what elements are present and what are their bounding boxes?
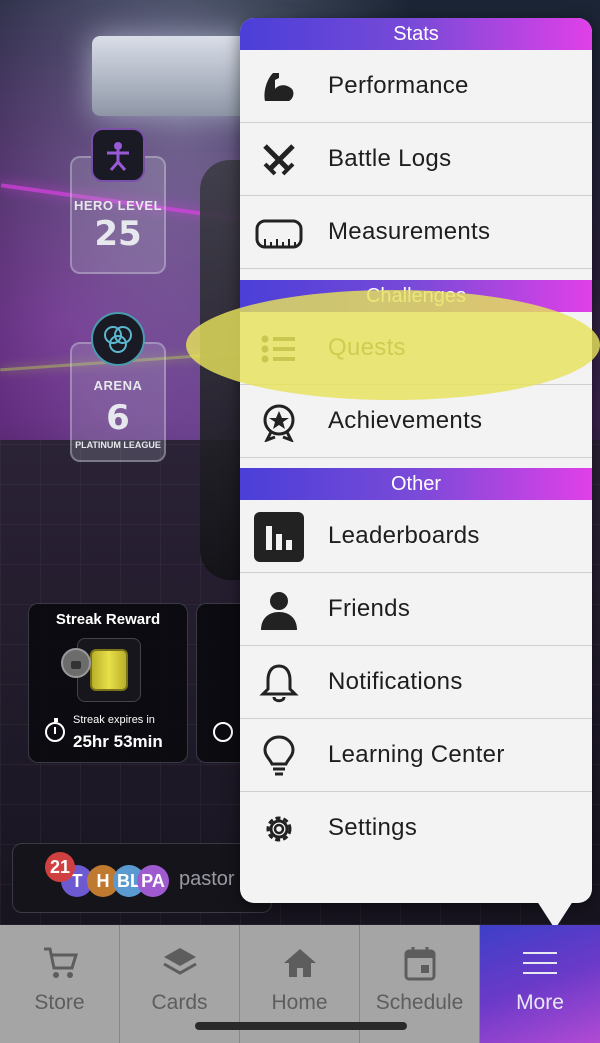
menu-item-achievements[interactable]: Achievements [240, 385, 592, 458]
more-menu-popup: Stats Performance Battle Logs Measuremen… [240, 18, 592, 903]
menu-item-learning-center[interactable]: Learning Center [240, 719, 592, 792]
menu-item-label: Quests [328, 334, 406, 361]
menu-item-settings[interactable]: Settings [240, 792, 592, 865]
crossed-swords-icon [254, 137, 304, 183]
arena-emblem-icon [91, 312, 145, 366]
list-icon [254, 326, 304, 372]
stopwatch-icon [45, 718, 65, 742]
lightbulb-icon [254, 733, 304, 779]
cart-icon [0, 945, 119, 981]
tape-measure-icon [254, 210, 304, 256]
coin-stack-icon [90, 649, 128, 691]
menu-item-label: Settings [328, 814, 418, 841]
streak-expires-label: Streak expires in [73, 714, 155, 726]
stopwatch-icon [213, 722, 233, 742]
menu-item-label: Performance [328, 72, 469, 99]
team-bar[interactable]: 21 T H BL PA pastor [12, 843, 272, 913]
menu-item-label: Leaderboards [328, 522, 480, 549]
menu-item-label: Measurements [328, 218, 491, 245]
hamburger-icon [480, 945, 600, 981]
tab-label: More [516, 991, 564, 1014]
tab-label: Store [34, 991, 85, 1014]
menu-item-notifications[interactable]: Notifications [240, 646, 592, 719]
menu-item-performance[interactable]: Performance [240, 50, 592, 123]
section-header-other: Other [240, 468, 592, 500]
star-badge-icon [254, 399, 304, 445]
arena-label: ARENA [93, 378, 143, 393]
bar-chart-icon [254, 512, 304, 562]
section-header-stats: Stats [240, 18, 592, 50]
hero-level-value: 25 [94, 214, 142, 254]
streak-title: Streak Reward [55, 611, 161, 628]
menu-pointer [533, 895, 577, 929]
tab-more[interactable]: More [480, 925, 600, 1043]
calendar-icon [360, 945, 479, 981]
notification-count-badge: 21 [45, 852, 75, 882]
vitruvian-icon [91, 128, 145, 182]
menu-item-label: Learning Center [328, 741, 505, 768]
section-header-challenges: Challenges [240, 280, 592, 312]
menu-item-quests[interactable]: Quests [240, 312, 592, 385]
hero-level-badge[interactable]: HERO LEVEL 25 [70, 128, 166, 274]
flexed-arm-icon [254, 64, 304, 110]
menu-item-label: Achievements [328, 407, 483, 434]
tab-label: Schedule [375, 991, 464, 1014]
home-icon [240, 945, 359, 981]
menu-item-friends[interactable]: Friends [240, 573, 592, 646]
avatar: PA [137, 865, 169, 897]
arena-value: 6 [106, 398, 130, 438]
home-indicator[interactable] [195, 1022, 407, 1030]
menu-item-measurements[interactable]: Measurements [240, 196, 592, 269]
bell-icon [254, 660, 304, 706]
tab-label: Home [271, 991, 328, 1014]
streak-time-left: 25hr 53min [73, 732, 163, 751]
person-icon [254, 587, 304, 633]
arena-league: PLATINUM LEAGUE [75, 440, 161, 450]
gear-icon [254, 806, 304, 852]
tab-store[interactable]: Store [0, 925, 120, 1043]
menu-item-label: Friends [328, 595, 411, 622]
arena-badge[interactable]: ARENA 6 PLATINUM LEAGUE [70, 312, 166, 462]
username: pastor [179, 868, 235, 890]
lock-icon [61, 648, 91, 678]
streak-reward-card[interactable]: Streak Reward Streak expires in 25hr 53m… [28, 603, 188, 763]
menu-item-battle-logs[interactable]: Battle Logs [240, 123, 592, 196]
tab-label: Cards [151, 991, 208, 1014]
layers-icon [120, 945, 239, 981]
hero-level-label: HERO LEVEL [73, 198, 163, 213]
menu-item-label: Notifications [328, 668, 463, 695]
menu-item-leaderboards[interactable]: Leaderboards [240, 500, 592, 573]
menu-item-label: Battle Logs [328, 145, 452, 172]
